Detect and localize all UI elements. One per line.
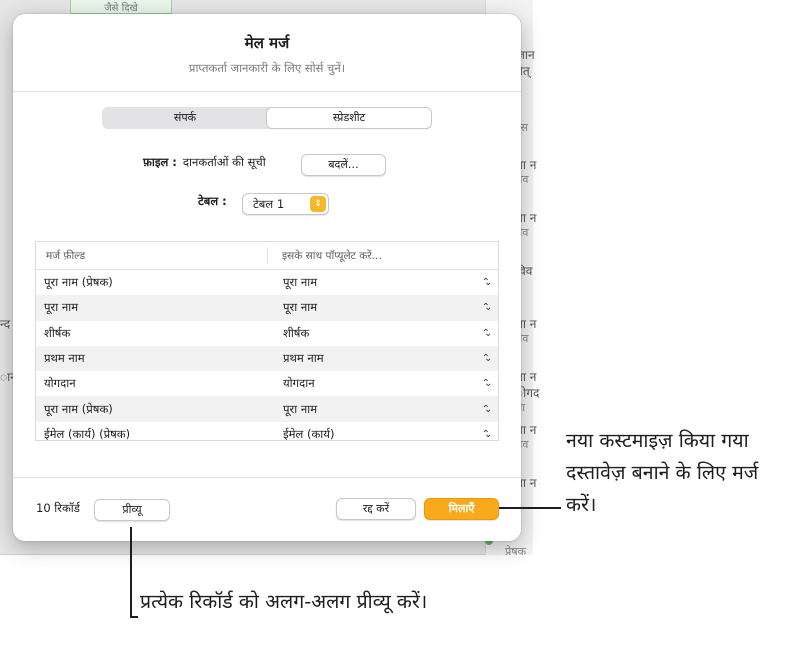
tab-spreadsheet[interactable]: स्प्रेडशीट: [267, 108, 431, 128]
background-tab: जैसे दिखे: [70, 0, 172, 14]
table-select[interactable]: टेबल 1 ⇕: [242, 193, 329, 215]
up-down-chevron-icon[interactable]: ⌃⌄: [470, 378, 498, 389]
merge-field-cell: योगदान: [44, 376, 76, 391]
table-row: प्रथम नाम प्रथम नाम ⌃⌄: [36, 345, 498, 372]
populate-value-cell[interactable]: पूरा नाम: [275, 300, 470, 315]
preview-callout-line: [130, 527, 132, 617]
populate-value-cell[interactable]: योगदान: [275, 376, 470, 391]
merge-field-cell: प्रथम नाम: [44, 351, 85, 366]
table-select-value: टेबल 1: [253, 197, 285, 211]
up-down-chevron-icon[interactable]: ⌃⌄: [470, 328, 498, 339]
table-label: टेबल :: [198, 194, 233, 209]
screenshot-stage: जैसे दिखे जान तेत् रेस ता न तव ता न तव व…: [0, 0, 795, 654]
merge-callout-line: [499, 507, 561, 509]
table-row: शीर्षक शीर्षक ⌃⌄: [36, 321, 498, 346]
table-label-text: टेबल :: [198, 194, 227, 208]
cancel-button[interactable]: रद्द करें: [336, 498, 416, 520]
preview-callout-text: प्रत्येक रिकॉर्ड को अलग-अलग प्रीव्यू करे…: [140, 590, 428, 613]
table-row: ईमेल (कार्य) (प्रेषक) ईमेल (कार्य) ⌃⌄: [36, 422, 498, 441]
up-down-chevron-icon[interactable]: ⌃⌄: [470, 277, 498, 288]
populate-value-cell[interactable]: शीर्षक: [275, 326, 470, 341]
tab-contacts[interactable]: संपर्क: [103, 108, 267, 128]
file-label: फ़ाइल :: [143, 155, 177, 169]
table-row: योगदान योगदान ⌃⌄: [36, 371, 498, 396]
change-file-button[interactable]: बदलें…: [301, 154, 386, 176]
background-fragment: न्द: [0, 317, 11, 331]
footer-divider: [13, 477, 521, 478]
file-row: फ़ाइल : दानकर्ताओं की सूची: [143, 155, 266, 170]
merge-callout-text: नया कस्टमाइज़ किया गया दस्तावेज़ बनाने क…: [566, 429, 759, 516]
table-row: पूरा नाम (प्रेषक) पूरा नाम ⌃⌄: [36, 270, 498, 295]
record-count: 10 रिकॉर्ड: [36, 501, 80, 515]
column-header-populate-with: इसके साथ पॉप्यूलेट करें…: [282, 250, 383, 262]
up-down-chevron-icon[interactable]: ⌃⌄: [470, 404, 498, 415]
column-header-merge-field: मर्ज फ़ील्ड: [36, 247, 268, 264]
up-down-chevron-icon[interactable]: ⌃⌄: [470, 353, 498, 364]
populate-value-cell[interactable]: पूरा नाम: [275, 402, 470, 417]
merge-field-cell: पूरा नाम: [44, 300, 79, 315]
up-down-chevron-icon[interactable]: ⌃⌄: [470, 429, 498, 440]
preview-button[interactable]: प्रीव्यू: [94, 499, 170, 521]
populate-value-cell[interactable]: प्रथम नाम: [275, 351, 470, 366]
header-divider: [13, 91, 521, 92]
merge-button[interactable]: मिलाएँ: [424, 498, 499, 520]
background-fragment: प्रेषक: [505, 545, 527, 558]
merge-fields-table: मर्ज फ़ील्ड इसके साथ पॉप्यूलेट करें… पूर…: [35, 241, 499, 441]
table-row: पूरा नाम पूरा नाम ⌃⌄: [36, 295, 498, 321]
populate-value-cell[interactable]: ईमेल (कार्य): [275, 427, 470, 440]
table-row: पूरा नाम (प्रेषक) पूरा नाम ⌃⌄: [36, 396, 498, 422]
up-down-chevron-icon[interactable]: ⌃⌄: [470, 302, 498, 313]
merge-field-cell: पूरा नाम (प्रेषक): [44, 275, 113, 290]
preview-callout-tick: [130, 616, 138, 618]
file-name: दानकर्ताओं की सूची: [182, 155, 266, 169]
source-segmented-control: संपर्क स्प्रेडशीट: [102, 107, 432, 129]
mail-merge-dialog: मेल मर्ज प्राप्तकर्ता जानकारी के लिए सोर…: [13, 14, 521, 541]
populate-value-cell[interactable]: पूरा नाम: [275, 275, 470, 290]
dialog-title: मेल मर्ज: [244, 34, 290, 52]
dialog-subtitle: प्राप्तकर्ता जानकारी के लिए सोर्स चुनें।: [188, 61, 346, 75]
up-down-chevron-icon: ⇕: [310, 196, 326, 212]
merge-field-cell: शीर्षक: [44, 325, 71, 340]
merge-field-cell: ईमेल (कार्य) (प्रेषक): [44, 426, 131, 441]
table-header: मर्ज फ़ील्ड इसके साथ पॉप्यूलेट करें…: [36, 242, 498, 270]
merge-field-cell: पूरा नाम (प्रेषक): [44, 401, 113, 416]
